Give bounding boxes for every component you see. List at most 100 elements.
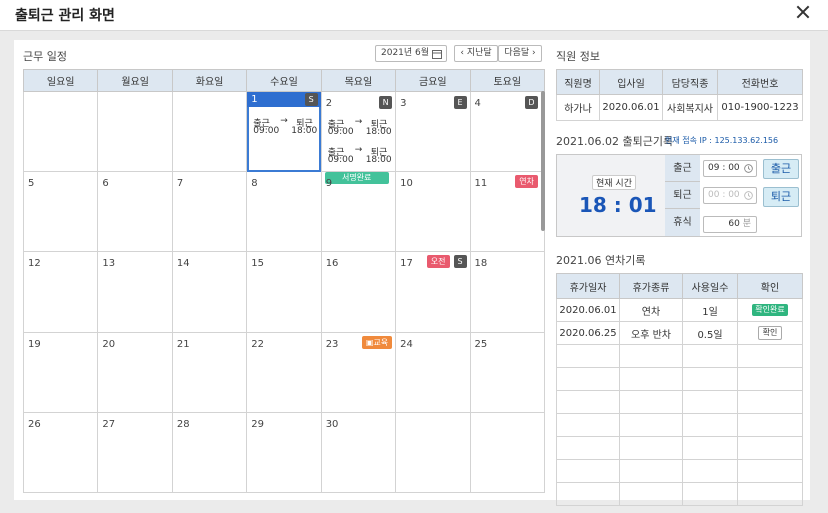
day-number: 29 bbox=[251, 418, 264, 430]
calendar-empty-cell bbox=[469, 411, 546, 494]
day-number: 21 bbox=[176, 338, 190, 350]
leave-date: 2020.06.01 bbox=[556, 298, 620, 322]
calendar-scrollbar[interactable] bbox=[541, 91, 545, 231]
day-number: 6 bbox=[102, 178, 109, 190]
calendar-day-30[interactable]: 30 bbox=[320, 411, 397, 494]
calendar-day-22[interactable]: 22 bbox=[246, 331, 322, 413]
weekday-header: 일요일 월요일 화요일 수요일 목요일 금요일 토요일 bbox=[22, 69, 546, 92]
calendar-day-3[interactable]: 3 E bbox=[395, 90, 471, 173]
education-badge-label: 교육 bbox=[373, 337, 389, 347]
in-time-input[interactable]: 09 : 00 bbox=[703, 160, 757, 177]
calendar-day-21[interactable]: 21 bbox=[171, 331, 248, 413]
calendar-day-2[interactable]: 2 N 출근 → 퇴근 09:00 18:00 출근 → 퇴근 09:00 18… bbox=[320, 90, 397, 184]
calendar-day-24[interactable]: 24 bbox=[395, 331, 471, 413]
confirmed-badge: 확인완료 bbox=[752, 304, 788, 316]
empty-cell bbox=[619, 344, 683, 368]
weekday-tue: 화요일 bbox=[171, 69, 248, 92]
day-number: 17 bbox=[400, 258, 413, 270]
calendar-day-25[interactable]: 25 bbox=[469, 331, 546, 413]
calendar-day-16[interactable]: 16 bbox=[320, 251, 397, 333]
calendar-day-17[interactable]: 17 오전 S bbox=[395, 251, 471, 333]
empty-cell bbox=[682, 344, 738, 368]
in-time: 09:00 bbox=[253, 126, 280, 136]
ip-text: 현재 접속 IP : 125.133.62.156 bbox=[665, 136, 779, 145]
empty-cell bbox=[619, 482, 683, 506]
prev-month-label: 지난달 bbox=[466, 48, 492, 58]
shift-badge: N bbox=[379, 96, 393, 109]
calendar-week: 19 20 21 22 23 ▣교육 24 25 bbox=[22, 331, 546, 413]
out-time: 18:00 bbox=[365, 155, 392, 165]
calendar-day-10[interactable]: 10 bbox=[395, 171, 471, 253]
calendar-empty-cell bbox=[171, 90, 248, 173]
clock-icon bbox=[744, 164, 753, 173]
calendar-day-8[interactable]: 8 bbox=[246, 171, 322, 253]
empty-cell bbox=[682, 367, 738, 391]
empty-cell bbox=[682, 413, 738, 437]
day-number: 23 bbox=[325, 338, 339, 350]
chevron-right-icon: › bbox=[529, 48, 536, 58]
month-selector[interactable]: 2021년 6월 bbox=[375, 45, 447, 62]
calendar-empty-cell bbox=[22, 90, 99, 173]
calendar-day-23[interactable]: 23 ▣교육 bbox=[320, 331, 397, 413]
empty-cell bbox=[737, 390, 803, 414]
calendar-day-26[interactable]: 26 bbox=[22, 411, 99, 494]
empty-cell bbox=[682, 459, 738, 483]
empty-cell bbox=[556, 482, 620, 506]
calendar-day-27[interactable]: 27 bbox=[97, 411, 173, 494]
close-icon[interactable] bbox=[794, 3, 812, 21]
out-time-input[interactable]: 00 : 00 bbox=[703, 187, 757, 204]
out-time: 18:00 bbox=[291, 126, 318, 136]
employee-table: 직원명 입사일 담당직종 전화번호 하가나 2020.06.01 사회복지사 0… bbox=[556, 69, 803, 121]
empty-cell bbox=[737, 459, 803, 483]
day-number: 9 bbox=[325, 178, 333, 190]
in-time: 09:00 bbox=[327, 127, 354, 137]
weekday-thu: 목요일 bbox=[320, 69, 397, 92]
shift-badge: D bbox=[525, 96, 538, 109]
calendar-day-1[interactable]: 1 S 출근 → 퇴근 09:00 18:00 bbox=[246, 90, 322, 173]
calendar-day-19[interactable]: 19 bbox=[22, 331, 99, 413]
commute-title: 2021.06.02 출퇴근기록 bbox=[556, 135, 674, 148]
employee-header: 담당직종 bbox=[662, 69, 718, 95]
calendar-day-29[interactable]: 29 bbox=[246, 411, 322, 494]
leave-header: 휴가일자 bbox=[556, 273, 620, 299]
rest-unit: 분 bbox=[742, 219, 751, 229]
leave-type: 연차 bbox=[619, 298, 683, 322]
leave-table: 휴가일자 휴가종류 사용일수 확인 2020.06.01 연차 1일 확인완료 … bbox=[556, 273, 803, 506]
leave-row: 2020.06.25 오후 반차 0.5일 확인 bbox=[556, 321, 803, 345]
schedule-title: 근무 일정 bbox=[23, 50, 67, 63]
calendar-day-4[interactable]: 4 D bbox=[469, 90, 546, 173]
rest-value: 60 bbox=[728, 219, 740, 229]
calendar-day-11[interactable]: 11 연차 bbox=[469, 171, 546, 253]
empty-cell bbox=[619, 367, 683, 391]
empty-cell bbox=[682, 482, 738, 506]
calendar-day-6[interactable]: 6 bbox=[97, 171, 173, 253]
calendar-day-14[interactable]: 14 bbox=[171, 251, 248, 333]
leave-header: 확인 bbox=[737, 273, 803, 299]
day-number: 15 bbox=[251, 258, 264, 270]
empty-cell bbox=[556, 367, 620, 391]
rest-input[interactable]: 60 분 bbox=[703, 216, 757, 233]
day-number: 30 bbox=[325, 418, 339, 430]
calendar-day-13[interactable]: 13 bbox=[97, 251, 173, 333]
calendar-day-15[interactable]: 15 bbox=[246, 251, 322, 333]
weekday-wed: 수요일 bbox=[246, 69, 322, 92]
calendar-day-7[interactable]: 7 bbox=[171, 171, 248, 253]
confirm-button[interactable]: 확인 bbox=[757, 326, 783, 340]
clock-out-button[interactable]: 퇴근 bbox=[763, 187, 799, 207]
calendar-day-28[interactable]: 28 bbox=[171, 411, 248, 494]
prev-month-button[interactable]: ‹ 지난달 bbox=[454, 45, 498, 62]
calendar-day-5[interactable]: 5 bbox=[22, 171, 99, 253]
current-time-label: 현재 시간 bbox=[592, 175, 636, 190]
weekday-mon: 월요일 bbox=[97, 69, 173, 92]
calendar-day-20[interactable]: 20 bbox=[97, 331, 173, 413]
empty-cell bbox=[556, 344, 620, 368]
employee-title: 직원 정보 bbox=[556, 50, 600, 63]
arrow: → bbox=[354, 145, 363, 155]
leave-row-empty bbox=[556, 344, 803, 368]
calendar-day-9[interactable]: 9 bbox=[320, 171, 397, 253]
next-month-button[interactable]: 다음달 › bbox=[498, 45, 542, 62]
calendar-day-18[interactable]: 18 bbox=[469, 251, 546, 333]
out-row-label: 퇴근 bbox=[665, 182, 700, 209]
calendar-day-12[interactable]: 12 bbox=[22, 251, 99, 333]
clock-in-button[interactable]: 출근 bbox=[763, 159, 799, 179]
